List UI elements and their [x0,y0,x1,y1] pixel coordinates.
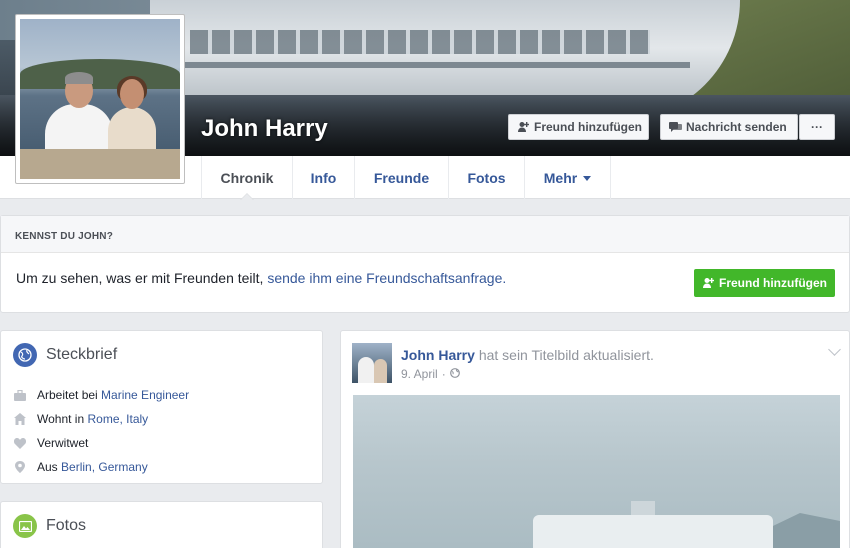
add-friend-label: Freund hinzufügen [534,120,642,134]
send-message-label: Nachricht senden [686,120,787,134]
profile-name[interactable]: John Harry [201,115,328,143]
prompt-message: Um zu sehen, was er mit Freunden teilt, … [16,270,507,286]
heart-icon [14,437,26,449]
globe-icon [13,343,37,367]
more-options-button[interactable]: ··· [799,114,835,140]
intro-card: Steckbrief Arbeitet bei Marine Engineer … [0,330,323,484]
tab-info[interactable]: Info [292,156,354,199]
photos-title: Fotos [46,517,87,534]
add-friend-icon [703,278,714,288]
send-friend-request-link[interactable]: sende ihm eine Freundschaftsanfrage. [267,270,506,286]
info-row-home: Wohnt in Rome, Italy [14,412,148,426]
info-row-work: Arbeitet bei Marine Engineer [14,388,189,402]
photo-icon [13,514,37,538]
friend-request-prompt: KENNST DU JOHN? Um zu sehen, was er mit … [0,215,850,313]
briefcase-icon [14,389,26,401]
location-pin-icon [14,461,26,473]
info-row-relationship: Verwitwet [14,436,88,450]
tab-mehr[interactable]: Mehr [524,156,611,199]
post-cover-image[interactable] [353,395,840,548]
tab-chronik[interactable]: Chronik [201,156,292,200]
send-message-button[interactable]: Nachricht senden [660,114,798,140]
add-friend-green-button[interactable]: Freund hinzufügen [694,269,835,297]
post-meta: 9. April · [401,367,460,381]
intro-title: Steckbrief [46,346,118,363]
timeline-post: John Harry hat sein Titelbild aktualisie… [340,330,850,548]
photos-card: Fotos [0,501,323,548]
home-icon [14,413,26,425]
profile-picture[interactable] [15,14,185,184]
tab-freunde[interactable]: Freunde [354,156,448,199]
add-friend-button[interactable]: Freund hinzufügen [508,114,649,140]
prompt-heading: KENNST DU JOHN? [1,216,849,253]
message-icon [669,121,682,133]
post-date[interactable]: 9. April [401,367,438,381]
post-header: John Harry hat sein Titelbild aktualisie… [401,347,654,363]
photos-card-title[interactable]: Fotos [13,514,86,538]
tab-fotos[interactable]: Fotos [448,156,524,199]
hometown-link[interactable]: Berlin, Germany [61,460,148,474]
more-dots-icon: ··· [811,120,823,134]
post-action-text: hat sein Titelbild aktualisiert. [478,347,654,363]
info-row-hometown: Aus Berlin, Germany [14,460,148,474]
home-location-link[interactable]: Rome, Italy [87,412,148,426]
post-author-link[interactable]: John Harry [401,347,475,363]
public-globe-icon[interactable] [449,367,460,381]
post-avatar[interactable] [352,343,392,383]
post-options-chevron-icon[interactable] [828,343,841,356]
work-link[interactable]: Marine Engineer [101,388,189,402]
add-friend-icon [517,121,530,133]
chevron-down-icon [583,176,592,181]
